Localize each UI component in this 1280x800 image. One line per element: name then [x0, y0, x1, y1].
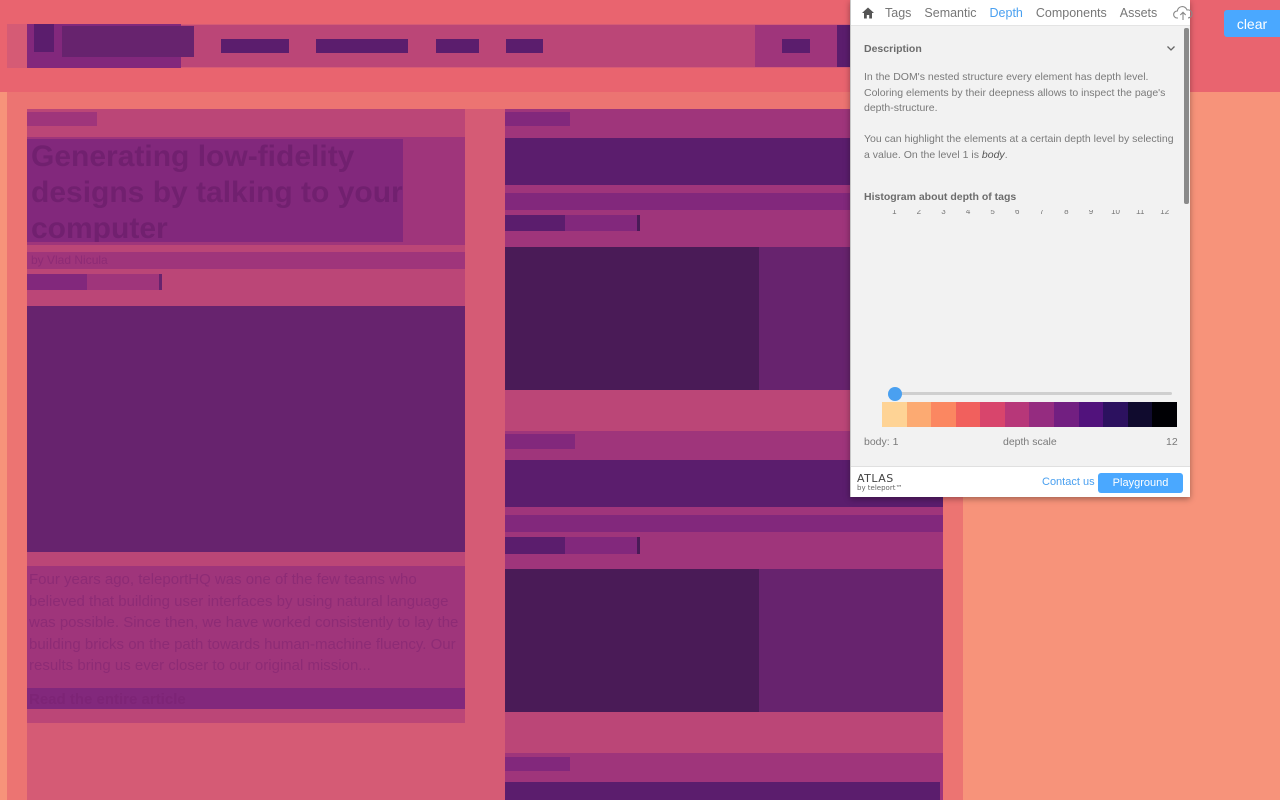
depth-layer-meta [505, 537, 565, 554]
description-paragraph: In the DOM's nested structure every elem… [864, 71, 1166, 114]
depth-scale-swatch[interactable] [1103, 402, 1128, 427]
depth-layer-tag [505, 757, 570, 771]
atlas-logo-subtitle: by teleport™ [857, 484, 903, 492]
x-tick-label: 5 [990, 210, 995, 216]
depth-layer-meta [505, 215, 565, 231]
x-tick-label: 12 [1160, 210, 1169, 216]
depth-scale-swatch[interactable] [1127, 402, 1153, 427]
depth-layer-spacer [505, 712, 943, 753]
panel-tab-bar: Tags Semantic Depth Components Assets [851, 0, 1193, 26]
depth-scale-min: body: 1 [864, 436, 899, 448]
headline-left: Generating low-fidelity designs by talki… [27, 139, 403, 242]
depth-layer-tag [27, 112, 97, 126]
depth-scale-swatch[interactable] [1054, 402, 1079, 427]
byline-left: by Vlad Nicula [27, 252, 465, 269]
depth-scale-label: depth scale [1003, 436, 1057, 448]
depth-layer-meta-divider [637, 537, 640, 554]
depth-layer-image-right [505, 569, 759, 712]
x-tick-label: 3 [941, 210, 946, 216]
description-text: . [1004, 148, 1008, 161]
depth-layer-nav-button [837, 25, 850, 67]
x-tick-label: 7 [1040, 210, 1045, 216]
contact-us-link[interactable]: Contact us [1042, 476, 1095, 488]
x-tick-label: 10 [1111, 210, 1120, 216]
description-paragraph: You can highlight the elements at a cert… [864, 132, 1179, 163]
depth-layer-nav-link [316, 39, 408, 53]
description-text: You can highlight the elements at a cert… [864, 133, 1174, 161]
panel-footer: ATLAS by teleport™ Contact us Playground [851, 466, 1190, 497]
depth-scale-swatch[interactable] [931, 402, 956, 427]
depth-layer-logo-mark [34, 24, 54, 52]
tab-assets[interactable]: Assets [1120, 6, 1158, 20]
depth-scale-swatch[interactable] [1004, 402, 1030, 427]
depth-layer-headline [505, 782, 940, 800]
x-tick-label: 6 [1015, 210, 1020, 216]
panel-scrollbar[interactable] [1184, 28, 1189, 204]
depth-layer-nav-link [221, 39, 289, 53]
depth-layer-image-frame [759, 569, 943, 712]
depth-layer-nav-link [506, 39, 543, 53]
link-left: Read the entire article [27, 688, 465, 709]
depth-scale-max: 12 [1166, 436, 1178, 448]
x-tick-label: 1 [892, 210, 897, 216]
home-icon[interactable] [861, 6, 875, 20]
x-tick-label: 2 [917, 210, 922, 216]
depth-layer-image-right [505, 247, 759, 390]
playground-button[interactable]: Playground [1098, 473, 1183, 493]
tab-components[interactable]: Components [1036, 6, 1107, 20]
depth-layer-meta-divider [159, 274, 162, 290]
histogram-title: Histogram about depth of tags [864, 191, 1017, 203]
depth-layer-meta [565, 537, 637, 554]
depth-layer-nav-link [436, 39, 479, 53]
cloud-upload-icon[interactable] [1173, 5, 1193, 21]
clear-button[interactable]: clear [1224, 10, 1280, 37]
depth-layer-logo-text [62, 26, 194, 57]
depth-scale-swatch[interactable] [906, 402, 932, 427]
panel-body: Description In the DOM's nested structur… [851, 27, 1183, 464]
depth-layer-tag [505, 434, 575, 449]
x-tick-label: 8 [1064, 210, 1069, 216]
depth-layer-meta [87, 274, 159, 290]
depth-layer-meta [565, 215, 637, 231]
x-tick-label: 4 [966, 210, 971, 216]
depth-layer-image-left [27, 306, 465, 552]
depth-slider-track[interactable] [890, 392, 1172, 395]
depth-layer-nav-link [782, 39, 810, 53]
depth-scale-swatch[interactable] [955, 402, 981, 427]
depth-scale-swatch[interactable] [882, 402, 907, 427]
depth-slider-thumb[interactable] [888, 387, 902, 401]
description-emphasis: body [981, 148, 1005, 161]
depth-scale-swatch[interactable] [1078, 402, 1104, 427]
x-tick-label: 11 [1136, 210, 1145, 216]
depth-layer-meta-divider [637, 215, 640, 231]
tab-depth[interactable]: Depth [990, 6, 1023, 20]
chevron-down-icon[interactable] [1165, 41, 1177, 53]
depth-color-scale [882, 402, 1177, 427]
depth-layer-body-edge [0, 92, 7, 800]
depth-layer-byline [505, 515, 943, 532]
paragraph-left: Four years ago, teleportHQ was one of th… [27, 566, 465, 688]
depth-scale-swatch[interactable] [1152, 402, 1177, 427]
depth-histogram: 020406080100 123456789101112 [892, 210, 1170, 216]
depth-scale-swatch[interactable] [1029, 402, 1055, 427]
tab-tags[interactable]: Tags [885, 6, 911, 20]
x-tick-label: 9 [1089, 210, 1094, 216]
depth-layer-meta [27, 274, 87, 290]
tab-semantic[interactable]: Semantic [924, 6, 976, 20]
atlas-panel: Tags Semantic Depth Components Assets De… [850, 0, 1193, 497]
description-title: Description [864, 43, 922, 55]
depth-layer-tag [505, 112, 570, 126]
depth-scale-swatch[interactable] [980, 402, 1005, 427]
